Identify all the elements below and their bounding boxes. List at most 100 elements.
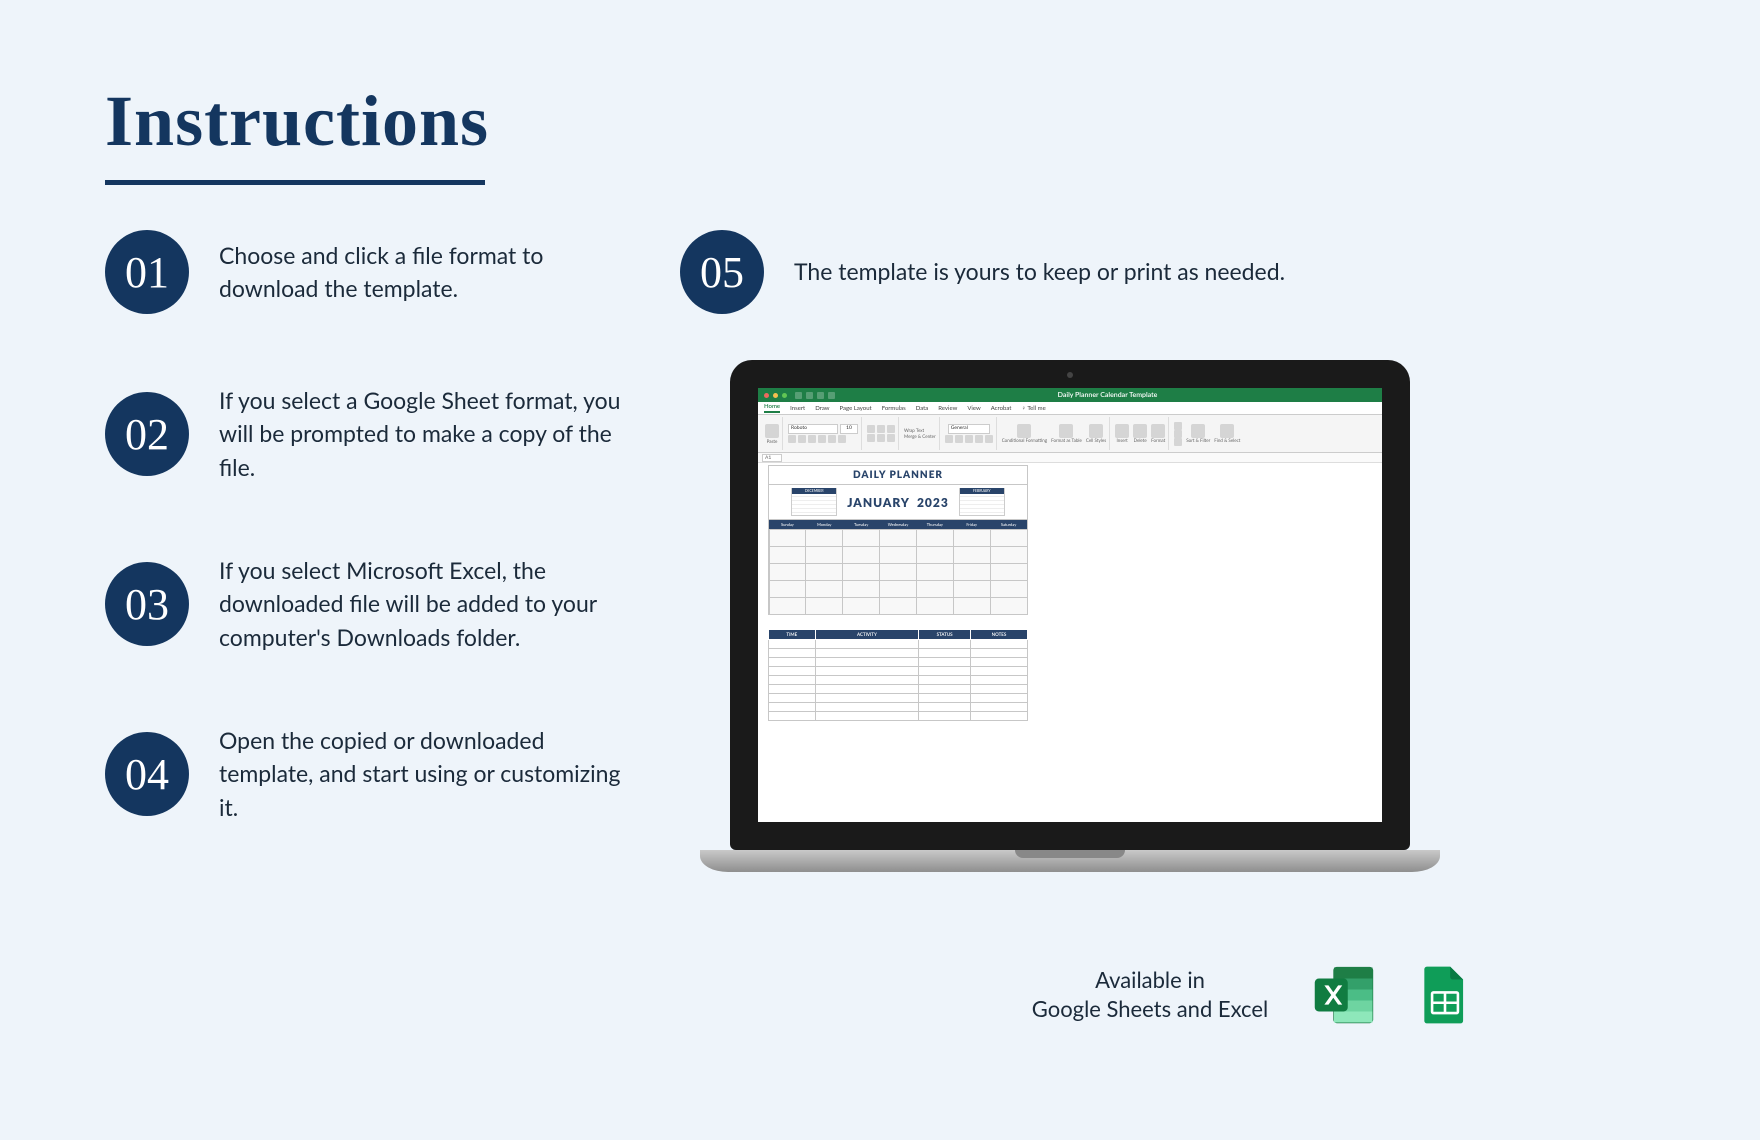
task-row — [769, 703, 1028, 712]
ribbon-tab-home: Home — [764, 403, 780, 413]
ribbon-label: Insert — [1116, 438, 1127, 443]
sheet-area: DAILY PLANNER JANUARY 2023 Sunday Monday… — [758, 463, 1382, 822]
step-number-badge: 04 — [105, 732, 189, 816]
ribbon-group-wrap: Wrap Text Merge & Center — [901, 417, 940, 450]
step-number-badge: 01 — [105, 230, 189, 314]
excel-screen: Daily Planner Calendar Template Home Ins… — [758, 388, 1382, 822]
google-sheets-app-icon — [1410, 960, 1480, 1030]
task-row — [769, 694, 1028, 703]
qat-button-icon — [806, 392, 813, 399]
calendar-cell — [769, 563, 807, 581]
step: 02 If you select a Google Sheet format, … — [105, 384, 665, 484]
calendar-cell — [769, 580, 807, 598]
calendar-cell — [842, 529, 880, 547]
step-text: If you select Microsoft Excel, the downl… — [219, 554, 639, 654]
mini-cal-prev — [791, 488, 837, 516]
clear-icon — [1174, 438, 1182, 446]
ribbon-group-clipboard: Paste — [762, 417, 783, 450]
fill-color-icon — [828, 435, 836, 443]
step-number-badge: 02 — [105, 392, 189, 476]
delete-cells-icon — [1133, 424, 1147, 438]
calendar-cell — [879, 580, 917, 598]
ribbon-group-number: General — [942, 417, 997, 450]
ribbon-tab: Draw — [815, 405, 829, 412]
ribbon-tab: Review — [938, 405, 957, 412]
page-title: Instructions — [105, 80, 489, 163]
formula-bar: A1 — [758, 453, 1382, 463]
calendar-cell — [879, 529, 917, 547]
ribbon-label: Format as Table — [1051, 438, 1082, 443]
ribbon-label: Format — [1151, 438, 1165, 443]
ribbon-group-font: Roboto10 — [785, 417, 862, 450]
calendar-cell — [805, 597, 843, 615]
sort-filter-icon — [1191, 424, 1205, 438]
calendar-cell — [916, 580, 954, 598]
conditional-formatting-icon — [1017, 424, 1031, 438]
format-cells-icon — [1151, 424, 1165, 438]
qat-button-icon — [817, 392, 824, 399]
decimal-dec-icon — [985, 435, 993, 443]
insert-cells-icon — [1115, 424, 1129, 438]
underline-icon — [808, 435, 816, 443]
font-size-box: 10 — [840, 424, 858, 434]
ribbon-label: Wrap Text — [904, 428, 924, 433]
availability-text: Available in Google Sheets and Excel — [1020, 966, 1280, 1023]
ribbon-label: Find & Select — [1214, 438, 1240, 443]
calendar-cell — [916, 529, 954, 547]
qat-button-icon — [828, 392, 835, 399]
mini-cal-next — [959, 488, 1005, 516]
task-col-header: NOTES — [971, 630, 1028, 640]
ribbon: Paste Roboto10 — [758, 415, 1382, 453]
calendar-cell — [990, 563, 1028, 581]
align-center-icon — [877, 434, 885, 442]
calendar-cell — [879, 563, 917, 581]
planner-month-row: JANUARY 2023 — [769, 485, 1027, 520]
webcam — [1067, 372, 1073, 378]
ribbon-label: Cell Styles — [1086, 438, 1106, 443]
calendar-cell — [953, 580, 991, 598]
calendar-cell — [842, 563, 880, 581]
calendar-cell — [805, 580, 843, 598]
calendar-cell — [879, 546, 917, 564]
excel-app-icon — [1310, 960, 1380, 1030]
quick-access-toolbar — [795, 392, 835, 399]
task-col-header: ACTIVITY — [815, 630, 919, 640]
align-left-icon — [867, 434, 875, 442]
calendar-cell — [805, 529, 843, 547]
ribbon-tab: Page Layout — [840, 405, 872, 412]
laptop-mockup: Daily Planner Calendar Template Home Ins… — [700, 360, 1440, 872]
ribbon-group-alignment — [864, 417, 899, 450]
ribbon-tabs: Home Insert Draw Page Layout Formulas Da… — [758, 402, 1382, 415]
calendar-cell — [842, 546, 880, 564]
calendar-cell — [916, 546, 954, 564]
planner-month-label: JANUARY 2023 — [847, 495, 949, 510]
planner-title: DAILY PLANNER — [769, 466, 1027, 485]
title-underline — [105, 180, 485, 185]
calendar-cell — [953, 529, 991, 547]
align-middle-icon — [877, 425, 885, 433]
ribbon-group-styles: Conditional Formatting Format as Table C… — [999, 417, 1110, 450]
calendar-cell — [990, 580, 1028, 598]
ribbon-label: Merge & Center — [904, 434, 936, 439]
font-name-box: Roboto — [788, 424, 838, 434]
calendar-cell — [990, 597, 1028, 615]
comma-icon — [965, 435, 973, 443]
calendar-cell — [916, 597, 954, 615]
ribbon-tab: Acrobat — [991, 405, 1012, 412]
task-row — [769, 712, 1028, 721]
task-row — [769, 685, 1028, 694]
task-row — [769, 667, 1028, 676]
step-text: Choose and click a file format to downlo… — [219, 239, 639, 306]
step-text: The template is yours to keep or print a… — [794, 255, 1285, 288]
ribbon-tab-tellme: ♀ Tell me — [1021, 405, 1045, 412]
laptop-base — [700, 850, 1440, 872]
calendar-cell — [990, 546, 1028, 564]
paste-icon — [765, 424, 779, 438]
excel-file-title: Daily Planner Calendar Template — [839, 391, 1376, 399]
border-icon — [818, 435, 826, 443]
calendar-cell — [953, 546, 991, 564]
step: 01 Choose and click a file format to dow… — [105, 230, 665, 314]
ribbon-label: Delete — [1134, 438, 1147, 443]
calendar-cell — [769, 546, 807, 564]
laptop-lid: Daily Planner Calendar Template Home Ins… — [730, 360, 1410, 850]
